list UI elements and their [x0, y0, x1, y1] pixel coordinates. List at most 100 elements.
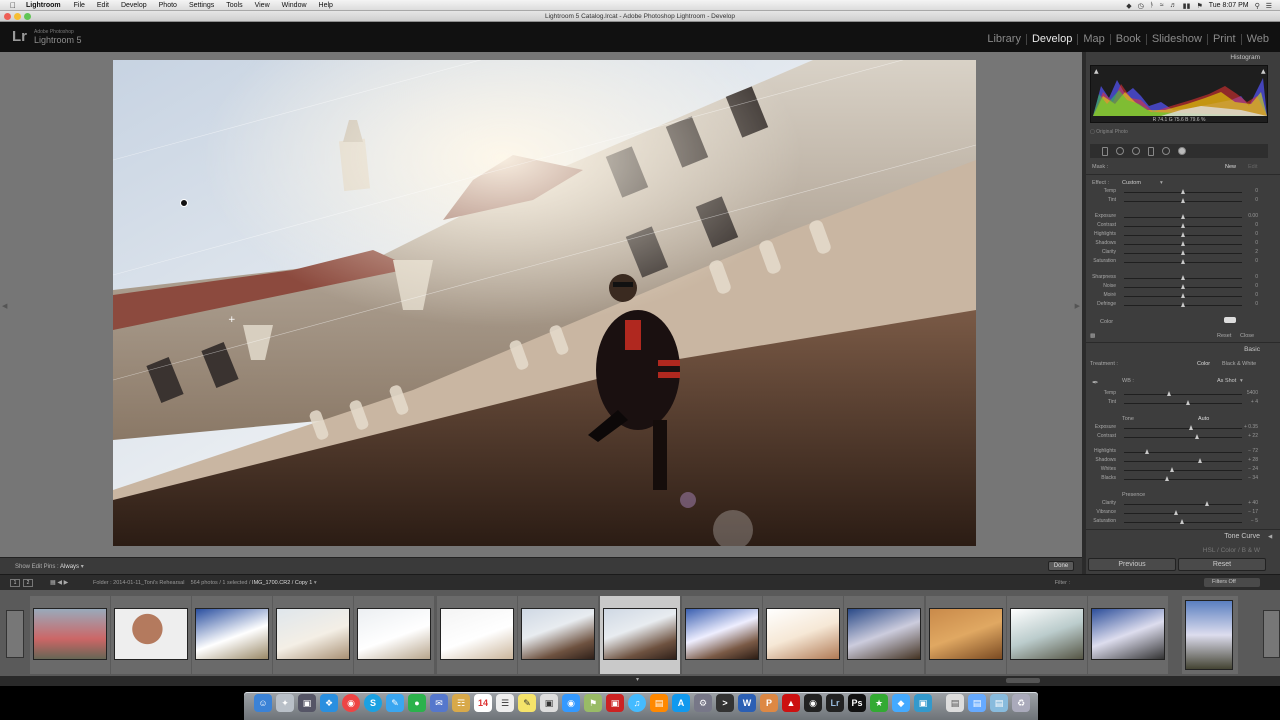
- slider-track[interactable]: [1124, 479, 1242, 480]
- slider-shadows[interactable]: Shadows + 28: [1090, 457, 1268, 466]
- itunes-icon[interactable]: ♫: [628, 694, 646, 712]
- slider-exposure[interactable]: Exposure + 0.35: [1090, 424, 1268, 433]
- red-eye-icon[interactable]: [1132, 147, 1140, 155]
- slider-track[interactable]: [1124, 394, 1242, 395]
- thumbnail[interactable]: [354, 596, 434, 674]
- lightroom-icon[interactable]: Lr: [826, 694, 844, 712]
- slider-value[interactable]: 0: [1255, 231, 1258, 237]
- chevron-down-icon[interactable]: ▾: [1160, 180, 1163, 186]
- radial-filter-icon[interactable]: [1162, 147, 1170, 155]
- chevron-down-icon[interactable]: ▾: [314, 580, 317, 586]
- wb-select[interactable]: As Shot: [1217, 378, 1236, 384]
- slider-value[interactable]: − 72: [1248, 448, 1258, 454]
- original-photo-icon[interactable]: ▢: [1090, 129, 1095, 135]
- menu-view[interactable]: View: [255, 2, 270, 9]
- reminders-icon[interactable]: ☰: [496, 694, 514, 712]
- wifi-icon[interactable]: ≈: [1160, 2, 1164, 9]
- slider-value[interactable]: 0: [1255, 292, 1258, 298]
- slider-value[interactable]: 0: [1255, 188, 1258, 194]
- module-print[interactable]: Print: [1206, 34, 1241, 45]
- trash-icon[interactable]: ♻: [1012, 694, 1030, 712]
- chevron-down-icon[interactable]: ▾: [636, 676, 639, 683]
- slider-value[interactable]: 2: [1255, 249, 1258, 255]
- slider-value[interactable]: 0: [1255, 258, 1258, 264]
- slider-blacks[interactable]: Blacks − 34: [1090, 475, 1268, 484]
- camera-raw-icon[interactable]: ◉: [804, 694, 822, 712]
- slider-track[interactable]: [1124, 513, 1242, 514]
- slider-saturation[interactable]: Saturation − 5: [1090, 518, 1268, 527]
- thumbnail[interactable]: [30, 596, 110, 674]
- filter-select[interactable]: Filters Off: [1204, 578, 1260, 587]
- thumbnail[interactable]: [273, 596, 353, 674]
- slider-track[interactable]: [1124, 461, 1242, 462]
- menu-window[interactable]: Window: [282, 2, 307, 9]
- menubar-clock[interactable]: Tue 8:07 PM: [1209, 2, 1249, 9]
- main-photo[interactable]: +: [113, 60, 976, 546]
- slider-moir[interactable]: Moiré 0: [1090, 292, 1268, 301]
- menu-file[interactable]: File: [74, 2, 85, 9]
- mask-new-button[interactable]: New: [1225, 164, 1236, 170]
- thumbnail[interactable]: [763, 596, 843, 674]
- thumbnail[interactable]: [1088, 596, 1168, 674]
- spot-removal-icon[interactable]: [1116, 147, 1124, 155]
- mask-edit-button[interactable]: Edit: [1248, 164, 1257, 170]
- slider-temp[interactable]: Temp 0: [1090, 188, 1268, 197]
- hsl-title[interactable]: HSL / Color / B & W: [1203, 547, 1260, 554]
- acrobat-icon[interactable]: ▲: [782, 694, 800, 712]
- thumbnail[interactable]: [437, 596, 517, 674]
- search-icon[interactable]: ⚲: [1255, 2, 1260, 10]
- menu-photo[interactable]: Photo: [159, 2, 177, 9]
- slider-exposure[interactable]: Exposure 0.00: [1090, 213, 1268, 222]
- slider-highlights[interactable]: Highlights 0: [1090, 231, 1268, 240]
- dropbox-dock-icon[interactable]: ◆: [892, 694, 910, 712]
- adjustment-brush-icon[interactable]: [1178, 147, 1186, 155]
- module-library[interactable]: Library: [982, 34, 1026, 45]
- chevron-down-icon[interactable]: ▾: [81, 564, 84, 570]
- tone-auto-button[interactable]: Auto: [1198, 416, 1209, 422]
- notes-icon[interactable]: ✎: [518, 694, 536, 712]
- menu-settings[interactable]: Settings: [189, 2, 214, 9]
- color-swatch[interactable]: [1224, 317, 1236, 323]
- mission-control-icon[interactable]: ▣: [298, 694, 316, 712]
- slider-contrast[interactable]: Contrast + 22: [1090, 433, 1268, 442]
- messages-icon[interactable]: ✎: [386, 694, 404, 712]
- applications-folder-icon[interactable]: ▤: [968, 694, 986, 712]
- downloads-folder-icon[interactable]: ▤: [990, 694, 1008, 712]
- thumbnail-selected[interactable]: [600, 596, 680, 674]
- module-web[interactable]: Web: [1240, 34, 1274, 45]
- close-link[interactable]: Close: [1240, 333, 1254, 339]
- histogram[interactable]: ▲ ▲: [1090, 65, 1268, 123]
- histogram-title[interactable]: Histogram: [1230, 54, 1260, 61]
- menu-tools[interactable]: Tools: [226, 2, 242, 9]
- slider-value[interactable]: + 22: [1248, 433, 1258, 439]
- app-store-icon[interactable]: A: [672, 694, 690, 712]
- chrome-icon[interactable]: ◉: [342, 694, 360, 712]
- launchpad-icon[interactable]: ✦: [276, 694, 294, 712]
- slider-value[interactable]: 5400: [1247, 390, 1258, 396]
- graduated-filter-icon[interactable]: [1148, 146, 1154, 156]
- back-arrow-icon[interactable]: ◀: [57, 580, 62, 586]
- bluetooth-icon[interactable]: ᚬ: [1150, 2, 1154, 9]
- photo-booth-icon[interactable]: ▣: [606, 694, 624, 712]
- filmstrip-scrollbar[interactable]: ▾: [0, 676, 1280, 686]
- chevron-left-icon[interactable]: ◀: [1268, 534, 1272, 540]
- safari-icon[interactable]: ❖: [320, 694, 338, 712]
- thumbnail[interactable]: [1007, 596, 1087, 674]
- original-photo-label[interactable]: Original Photo: [1096, 129, 1128, 135]
- slider-tint[interactable]: Tint + 4: [1090, 399, 1268, 408]
- battery-icon[interactable]: ▮▮: [1183, 2, 1191, 10]
- done-button[interactable]: Done: [1048, 561, 1074, 571]
- menu-develop[interactable]: Develop: [121, 2, 147, 9]
- menu-help[interactable]: Help: [319, 2, 333, 9]
- minimize-window-icon[interactable]: [14, 13, 21, 20]
- module-develop[interactable]: Develop: [1025, 34, 1077, 45]
- grid-icon[interactable]: ▦: [50, 580, 56, 586]
- maps-icon[interactable]: ⚑: [584, 694, 602, 712]
- crop-tool-icon[interactable]: [1102, 146, 1108, 156]
- line-icon[interactable]: ●: [408, 694, 426, 712]
- slider-value[interactable]: 0.00: [1248, 213, 1258, 219]
- second-window-button[interactable]: 2: [23, 579, 33, 587]
- module-book[interactable]: Book: [1109, 34, 1146, 45]
- slider-value[interactable]: − 24: [1248, 466, 1258, 472]
- slider-value[interactable]: + 28: [1248, 457, 1258, 463]
